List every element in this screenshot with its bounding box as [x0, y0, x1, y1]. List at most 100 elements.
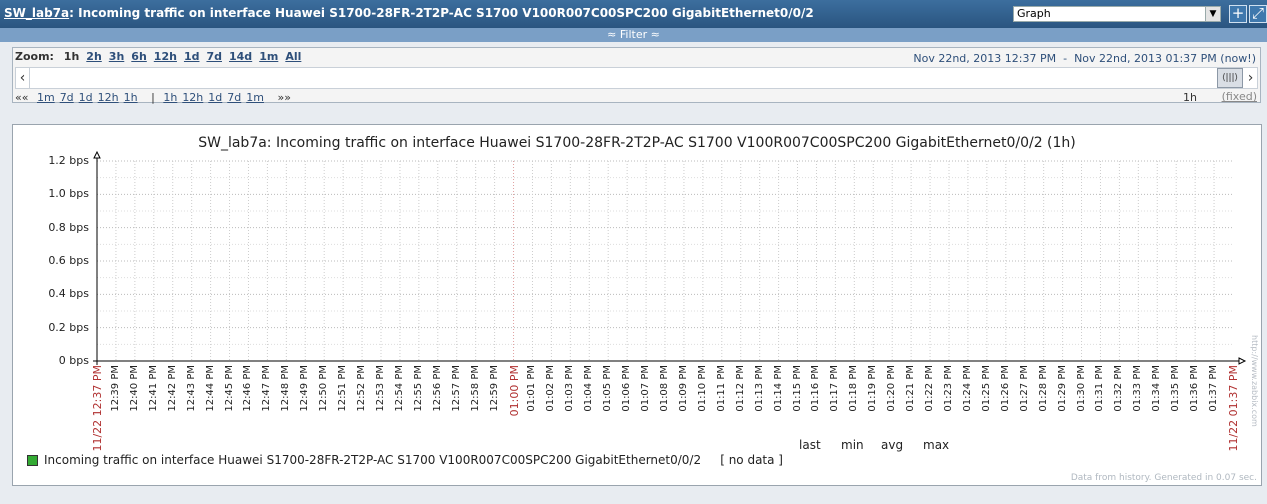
x-tick-label: 12:59 PM: [488, 365, 500, 412]
x-tick-label: 12:48 PM: [280, 365, 292, 412]
x-tick-label: 12:52 PM: [356, 365, 368, 412]
x-tick-label: 01:04 PM: [583, 365, 595, 412]
period-scrollbar[interactable]: ‹ ⟨|||⟩ ›: [15, 67, 1258, 89]
x-tick-label: 12:47 PM: [261, 365, 273, 412]
zoom-option-1m[interactable]: 1m: [259, 50, 278, 63]
nav-forward-1h[interactable]: 1h: [163, 91, 177, 104]
legend-swatch: [27, 455, 38, 466]
x-tick-label: 12:42 PM: [166, 365, 178, 412]
legend-item-label: Incoming traffic on interface Huawei S17…: [44, 453, 702, 467]
x-tick-label: 01:33 PM: [1132, 365, 1144, 412]
y-tick-label: 0.6 bps: [48, 254, 89, 267]
zoom-options: 1h 2h 3h 6h 12h 1d 7d 14d 1m All: [58, 50, 302, 63]
zoom-option-12h[interactable]: 12h: [154, 50, 177, 63]
x-tick-label: 12:57 PM: [450, 365, 462, 412]
x-tick-label: 01:08 PM: [659, 365, 670, 412]
zoom-option-all[interactable]: All: [285, 50, 301, 63]
x-tick-label: 11/22 12:37 PM: [91, 365, 104, 452]
x-axis-arrow: [1238, 357, 1247, 365]
nav-back-12h[interactable]: 12h: [98, 91, 119, 104]
x-tick-label: 01:32 PM: [1113, 365, 1125, 412]
x-tick-label: 12:46 PM: [242, 365, 254, 412]
y-tick-label: 0 bps: [58, 354, 89, 367]
host-link[interactable]: SW_lab7a: [4, 6, 69, 20]
x-tick-label: 01:26 PM: [999, 365, 1011, 412]
chevron-down-icon: ▼: [1205, 7, 1220, 21]
watermark: http://www.zabbix.com: [1250, 335, 1259, 427]
x-tick-label: 12:39 PM: [109, 365, 121, 412]
x-tick-label: 01:24 PM: [961, 365, 973, 412]
nav-forward-12h[interactable]: 12h: [182, 91, 203, 104]
zoom-panel: Zoom: 1h 2h 3h 6h 12h 1d 7d 14d 1m All Nov 22nd, …: [12, 47, 1261, 104]
x-tick-label: 12:45 PM: [223, 365, 235, 412]
x-tick-label: 12:44 PM: [204, 365, 216, 412]
x-tick-label: 01:30 PM: [1075, 365, 1087, 412]
x-tick-label: 12:43 PM: [185, 365, 197, 412]
y-axis-arrow: [93, 150, 101, 159]
nav-back-1m[interactable]: 1m: [37, 91, 55, 104]
y-tick-label: 0.4 bps: [48, 287, 89, 301]
filter-toggle[interactable]: ≈ Filter ≈: [0, 28, 1267, 42]
x-tick-label: 12:55 PM: [412, 365, 424, 412]
nav-back-1d[interactable]: 1d: [79, 91, 93, 104]
zoom-option-14d[interactable]: 14d: [229, 50, 252, 63]
x-tick-label: 01:00 PM: [507, 365, 521, 417]
x-tick-label: 01:01 PM: [526, 365, 538, 412]
x-tick-label: 01:23 PM: [943, 365, 954, 412]
zoom-option-1h[interactable]: 1h: [64, 50, 80, 63]
scrollbar-thumb[interactable]: ⟨|||⟩: [1217, 68, 1243, 88]
y-tick-label: 1.0 bps: [48, 187, 89, 201]
period-duration: 1h: [1183, 91, 1197, 104]
page-header: SW_lab7a: Incoming traffic on interface …: [0, 0, 1267, 28]
x-tick-label: 01:25 PM: [980, 365, 992, 412]
zoom-option-3h[interactable]: 3h: [109, 50, 125, 63]
x-tick-label: 01:36 PM: [1189, 365, 1201, 412]
x-tick-label: 01:03 PM: [564, 365, 576, 412]
x-tick-label: 12:54 PM: [393, 365, 405, 412]
zoom-label-text: Zoom:: [15, 50, 54, 63]
x-tick-label: 01:20 PM: [886, 365, 898, 412]
x-tick-label: 12:51 PM: [337, 365, 349, 412]
zoom-option-6h[interactable]: 6h: [131, 50, 147, 63]
x-tick-label: 01:31 PM: [1094, 365, 1106, 412]
fullscreen-icon[interactable]: ⤢: [1249, 5, 1267, 23]
x-tick-label: 12:58 PM: [469, 365, 481, 412]
x-tick-label: 01:15 PM: [791, 365, 803, 412]
nav-forward-1m[interactable]: 1m: [246, 91, 264, 104]
y-tick-label: 0.8 bps: [48, 220, 89, 234]
x-tick-label: 12:41 PM: [147, 365, 159, 412]
period-navigation: «« 1m 7d 1d 12h 1h | 1h 12h 1d 7d 1m »»: [15, 91, 296, 104]
x-tick-label: 11/22 01:37 PM: [1227, 365, 1240, 452]
x-tick-label: 01:02 PM: [545, 365, 557, 412]
page-title: SW_lab7a: Incoming traffic on interface …: [4, 6, 814, 20]
graph-panel: SW_lab7a: Incoming traffic on interface …: [12, 124, 1262, 486]
x-tick-label: 01:09 PM: [677, 365, 689, 412]
x-tick-label: 01:13 PM: [753, 365, 765, 412]
x-tick-label: 01:07 PM: [640, 365, 652, 412]
chevron-right-icon[interactable]: ›: [1244, 68, 1257, 88]
zoom-option-1d[interactable]: 1d: [184, 50, 200, 63]
plus-icon[interactable]: +: [1229, 5, 1247, 23]
nav-forward-7d[interactable]: 7d: [227, 91, 241, 104]
view-select[interactable]: Graph ▼: [1013, 6, 1221, 22]
period-start: Nov 22nd, 2013 12:37 PM: [913, 52, 1057, 65]
x-tick-label: 12:49 PM: [299, 365, 311, 412]
x-tick-label: 01:17 PM: [829, 365, 841, 412]
zoom-option-7d[interactable]: 7d: [206, 50, 222, 63]
nav-back-links: 1m 7d 1d 12h 1h: [37, 91, 143, 104]
fixed-toggle[interactable]: (fixed): [1222, 90, 1257, 103]
x-tick-label: 01:05 PM: [602, 365, 614, 412]
nav-back-7d[interactable]: 7d: [60, 91, 74, 104]
nav-back-1h[interactable]: 1h: [124, 91, 138, 104]
legend-header-avg: avg: [881, 438, 904, 452]
nav-forward-1d[interactable]: 1d: [208, 91, 222, 104]
chevron-left-icon[interactable]: ‹: [16, 68, 30, 88]
x-tick-label: 01:19 PM: [867, 365, 879, 412]
zoom-option-2h[interactable]: 2h: [86, 50, 102, 63]
legend-header-last: last: [799, 438, 821, 452]
x-tick-label: 01:10 PM: [696, 365, 708, 412]
nav-sep: |: [151, 91, 155, 104]
chart-area: [93, 150, 1247, 365]
nav-forward-links: 1h 12h 1d 7d 1m: [163, 91, 269, 104]
x-tick-label: 01:37 PM: [1208, 365, 1220, 412]
